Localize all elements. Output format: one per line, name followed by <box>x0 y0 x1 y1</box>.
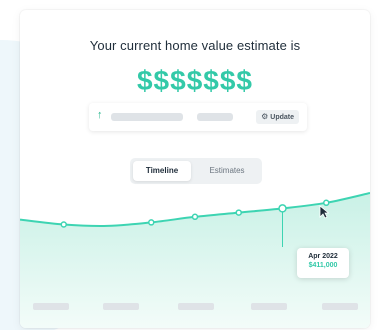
update-bar: ↑ ⚙ Update <box>89 103 307 131</box>
home-value-card: Your current home value estimate is $$$$… <box>20 10 370 328</box>
chart-point[interactable] <box>191 213 199 221</box>
chart-point[interactable] <box>60 221 67 228</box>
chart-point[interactable] <box>148 219 155 226</box>
x-axis-label-placeholder <box>322 303 358 310</box>
x-axis-label-placeholder <box>103 303 139 310</box>
placeholder-bar <box>197 113 233 121</box>
update-button-label: Update <box>270 114 294 121</box>
view-tabs: Timeline Estimates <box>130 158 262 184</box>
estimate-value: $$$$$$$ <box>136 65 253 96</box>
tooltip-date: Apr 2022 <box>308 253 338 260</box>
placeholder-bar <box>111 113 183 121</box>
estimate-headline: Your current home value estimate is <box>89 38 301 53</box>
tab-estimates[interactable]: Estimates <box>194 161 260 181</box>
chart-point[interactable] <box>235 209 242 216</box>
x-axis-label-placeholder <box>33 303 69 310</box>
chart-point[interactable] <box>278 204 287 213</box>
gear-icon: ⚙ <box>261 112 269 121</box>
arrow-up-icon: ↑ <box>97 109 103 121</box>
tooltip-value: $411,000 <box>308 262 338 269</box>
x-axis-label-placeholder <box>178 303 214 310</box>
update-button[interactable]: ⚙ Update <box>256 110 299 124</box>
mouse-cursor-icon <box>319 205 329 219</box>
tab-timeline[interactable]: Timeline <box>133 161 191 181</box>
page: Your current home value estimate is $$$$… <box>0 0 383 330</box>
x-axis-label-placeholder <box>251 303 287 310</box>
chart-tooltip: Apr 2022 $411,000 <box>297 248 349 278</box>
